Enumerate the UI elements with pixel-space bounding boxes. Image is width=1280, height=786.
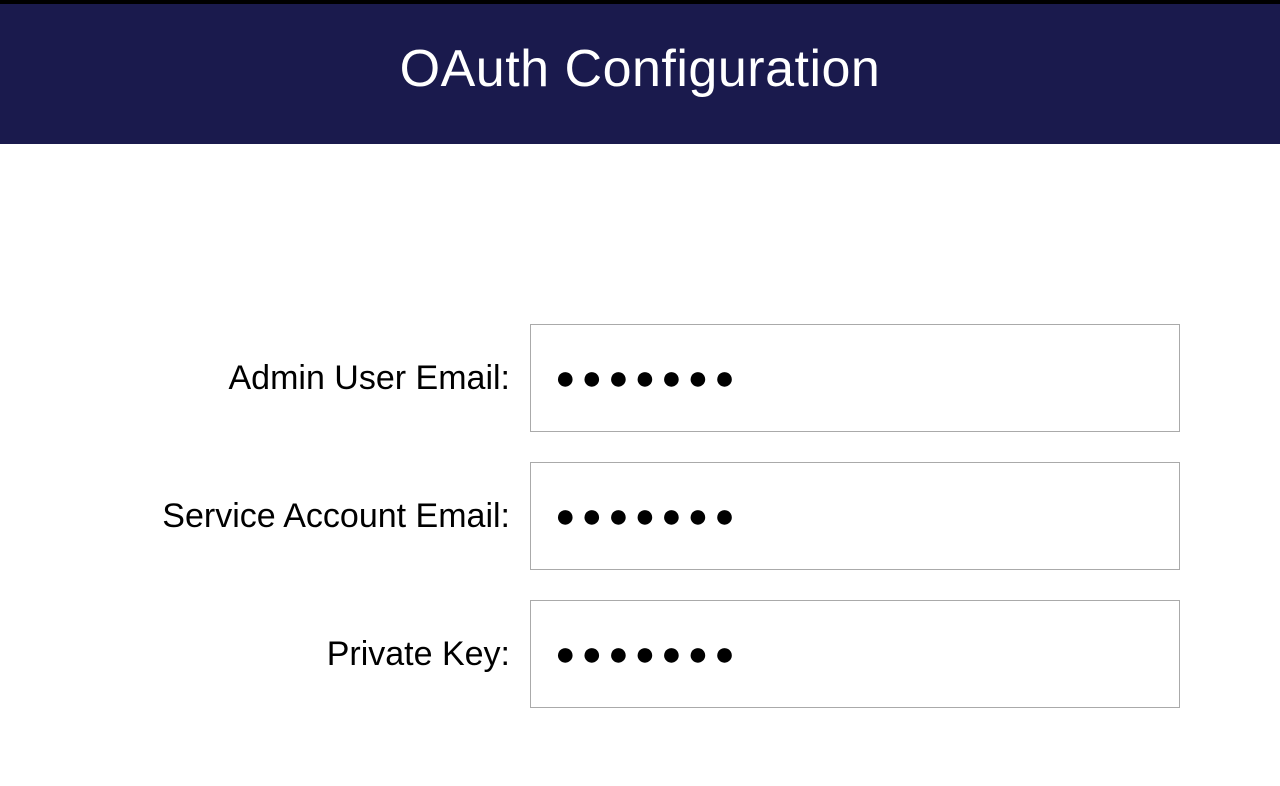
page-header: OAuth Configuration [0, 4, 1280, 144]
private-key-input[interactable] [530, 600, 1180, 708]
private-key-label: Private Key: [100, 635, 530, 674]
form-container: Admin User Email: Service Account Email:… [0, 144, 1280, 708]
service-account-email-input[interactable] [530, 462, 1180, 570]
admin-email-label: Admin User Email: [100, 359, 530, 398]
admin-email-row: Admin User Email: [100, 324, 1180, 432]
page-title: OAuth Configuration [0, 39, 1280, 99]
admin-email-input[interactable] [530, 324, 1180, 432]
service-account-email-label: Service Account Email: [100, 497, 530, 536]
private-key-row: Private Key: [100, 600, 1180, 708]
service-account-email-row: Service Account Email: [100, 462, 1180, 570]
